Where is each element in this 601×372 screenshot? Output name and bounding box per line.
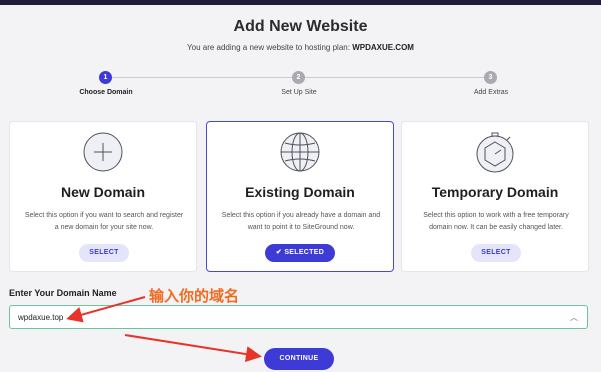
arrow-to-domain-field <box>66 296 146 323</box>
annotation-arrows <box>66 296 262 363</box>
arrow-to-continue-button <box>124 334 262 363</box>
